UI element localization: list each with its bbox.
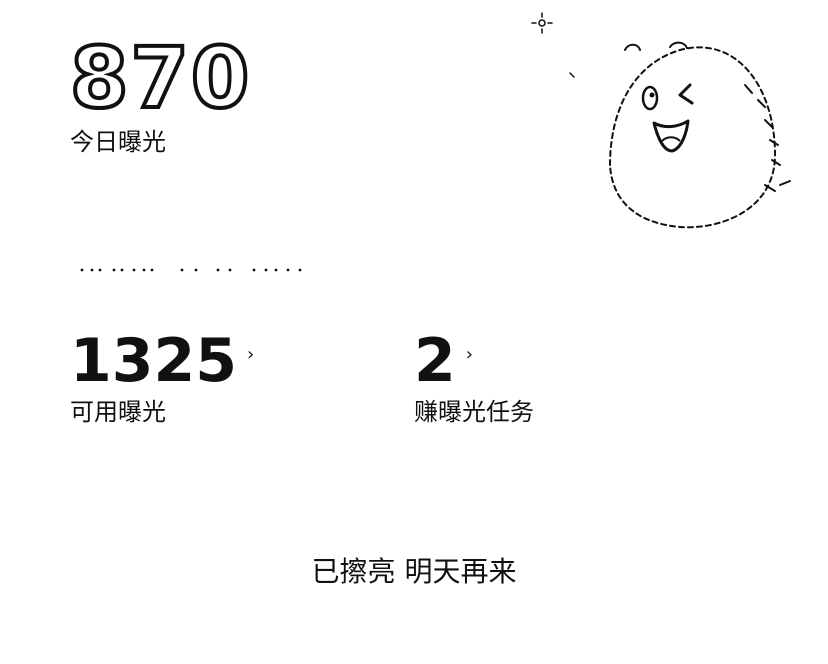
today-exposure-label: 今日曝光 <box>70 128 166 156</box>
dotted-divider <box>80 268 302 272</box>
polish-status-text: 已擦亮 明天再来 <box>311 555 517 588</box>
chevron-right-icon: › <box>247 344 255 365</box>
chevron-right-icon: › <box>465 344 473 365</box>
earn-exposure-tasks-label: 赚曝光任务 <box>414 398 534 426</box>
today-exposure: 870 今日曝光 <box>68 28 252 158</box>
available-exposure-value: 1325 <box>70 326 237 396</box>
available-exposure-stat[interactable]: 1325 › 可用曝光 <box>70 326 254 428</box>
available-exposure-label: 可用曝光 <box>70 398 166 426</box>
earn-exposure-tasks-stat[interactable]: 2 › 赚曝光任务 <box>414 326 534 428</box>
today-exposure-value: 870 <box>68 28 252 128</box>
winking-mascot-icon <box>531 12 791 229</box>
earn-exposure-tasks-value: 2 <box>414 326 456 396</box>
